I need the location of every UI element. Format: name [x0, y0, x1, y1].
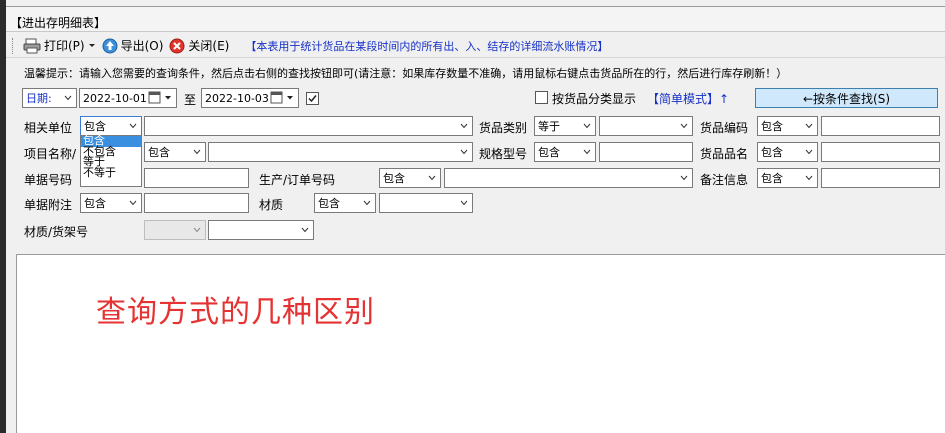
date-label: 日期: [26, 92, 52, 105]
project-name-input[interactable] [208, 142, 473, 162]
related-unit-label: 相关单位 [24, 121, 73, 135]
spec-model-op-value: 包含 [538, 146, 560, 159]
chevron-down-icon [801, 117, 817, 135]
close-icon [169, 38, 185, 54]
remark-info-label: 备注信息 [700, 173, 749, 187]
end-date-picker[interactable]: 2022-10-03 [201, 88, 299, 108]
end-date-value: 2022-10-03 [205, 91, 269, 105]
item-category-input[interactable] [599, 116, 693, 136]
material-op-value: 包含 [318, 197, 340, 210]
export-label: 导出(O) [120, 39, 164, 53]
chevron-down-icon [676, 169, 692, 187]
item-name-label: 货品品名 [700, 147, 749, 161]
doc-number-label: 单据号码 [24, 173, 73, 187]
item-code-input[interactable] [821, 116, 940, 136]
chevron-down-icon[interactable] [88, 43, 96, 49]
results-panel: 查询方式的几种区别 [16, 254, 945, 433]
material-shelf-label: 材质/货架号 [24, 225, 89, 239]
print-button[interactable]: 打印(P) [23, 37, 96, 54]
item-category-op-select[interactable]: 等于 [534, 116, 596, 136]
item-name-input[interactable] [821, 142, 940, 162]
production-order-op-value: 包含 [383, 172, 405, 185]
printer-icon [23, 38, 41, 54]
material-shelf-input[interactable] [208, 220, 314, 240]
chevron-down-icon [801, 169, 817, 187]
doc-note-input[interactable] [144, 193, 249, 213]
calendar-icon[interactable] [148, 91, 174, 105]
chevron-down-icon [456, 117, 472, 135]
doc-number-input[interactable] [144, 168, 249, 188]
doc-note-label: 单据附注 [24, 198, 73, 212]
op-dropdown-list: 包含 不包含 等于 不等于 [80, 135, 142, 187]
chevron-down-icon [676, 117, 692, 135]
check-icon [308, 95, 317, 103]
chevron-down-icon [424, 169, 440, 187]
item-category-label: 货品类别 [479, 121, 528, 135]
toolbar-grip[interactable] [12, 37, 15, 54]
chevron-down-icon [579, 143, 595, 161]
simple-mode-link[interactable]: 【简单模式】↑ [647, 90, 729, 107]
production-order-label: 生产/订单号码 [259, 173, 336, 187]
related-unit-op-value: 包含 [84, 120, 106, 133]
production-order-input[interactable] [444, 168, 693, 188]
related-unit-op-select[interactable]: 包含 [80, 116, 142, 136]
chevron-down-icon [579, 117, 595, 135]
doc-note-op-select[interactable]: 包含 [80, 193, 142, 213]
chevron-down-icon [359, 194, 375, 212]
category-display-label: 按货品分类显示 [552, 92, 637, 106]
remark-info-input[interactable] [821, 168, 940, 188]
chevron-down-icon [456, 143, 472, 161]
remark-info-op-value: 包含 [761, 172, 783, 185]
chevron-down-icon [801, 143, 817, 161]
item-name-op-select[interactable]: 包含 [757, 142, 818, 162]
date-type-select[interactable]: 日期: [22, 88, 77, 108]
related-unit-input[interactable] [144, 116, 473, 136]
start-date-picker[interactable]: 2022-10-01 [79, 88, 177, 108]
remark-info-op-select[interactable]: 包含 [757, 168, 818, 188]
hint-text: 温馨提示：请输入您需要的查询条件，然后点击右侧的查找按钮即可(请注意：如果库存数… [24, 67, 788, 80]
date-filter-checkbox[interactable] [306, 92, 319, 105]
window-title: 【进出存明细表】 [6, 6, 945, 32]
doc-note-op-value: 包含 [84, 197, 106, 210]
chevron-down-icon [60, 89, 76, 107]
toolbar: 打印(P) 导出(O) 关闭(E) 【本表用于统计货品在某段时间内的所有出、入、… [6, 34, 945, 58]
export-icon [102, 38, 118, 54]
chevron-down-icon [456, 194, 472, 212]
chevron-down-icon [297, 221, 313, 239]
item-code-op-value: 包含 [761, 120, 783, 133]
toolbar-note: 【本表用于统计货品在某段时间内的所有出、入、结存的详细流水账情况】 [245, 39, 609, 53]
start-date-value: 2022-10-01 [83, 91, 147, 105]
print-label: 打印(P) [44, 39, 85, 53]
export-button[interactable]: 导出(O) [102, 37, 164, 54]
close-label: 关闭(E) [188, 39, 230, 53]
material-label: 材质 [259, 198, 284, 212]
material-shelf-op-select [144, 220, 206, 240]
find-button[interactable]: ←按条件查找(S) [755, 88, 938, 108]
project-name-label: 项目名称/ [24, 147, 77, 161]
chevron-down-icon [125, 194, 141, 212]
material-input[interactable] [379, 193, 473, 213]
item-category-op-value: 等于 [538, 120, 560, 133]
material-op-select[interactable]: 包含 [314, 193, 376, 213]
item-code-label: 货品编码 [700, 121, 749, 135]
project-name-op-select[interactable]: 包含 [144, 142, 206, 162]
item-code-op-select[interactable]: 包含 [757, 116, 818, 136]
to-label: 至 [184, 93, 197, 107]
category-display-checkbox[interactable] [535, 91, 548, 104]
production-order-op-select[interactable]: 包含 [379, 168, 441, 188]
chevron-down-icon [125, 117, 141, 135]
overlay-caption: 查询方式的几种区别 [96, 295, 375, 330]
op-option-not-equals[interactable]: 不等于 [81, 167, 141, 179]
chevron-down-icon [189, 143, 205, 161]
calendar-icon[interactable] [270, 91, 296, 105]
project-name-op-value: 包含 [148, 146, 170, 159]
item-name-op-value: 包含 [761, 146, 783, 159]
spec-model-label: 规格型号 [479, 147, 528, 161]
spec-model-input[interactable] [599, 142, 693, 162]
chevron-down-icon [189, 221, 205, 239]
close-button[interactable]: 关闭(E) [169, 37, 229, 54]
spec-model-op-select[interactable]: 包含 [534, 142, 596, 162]
